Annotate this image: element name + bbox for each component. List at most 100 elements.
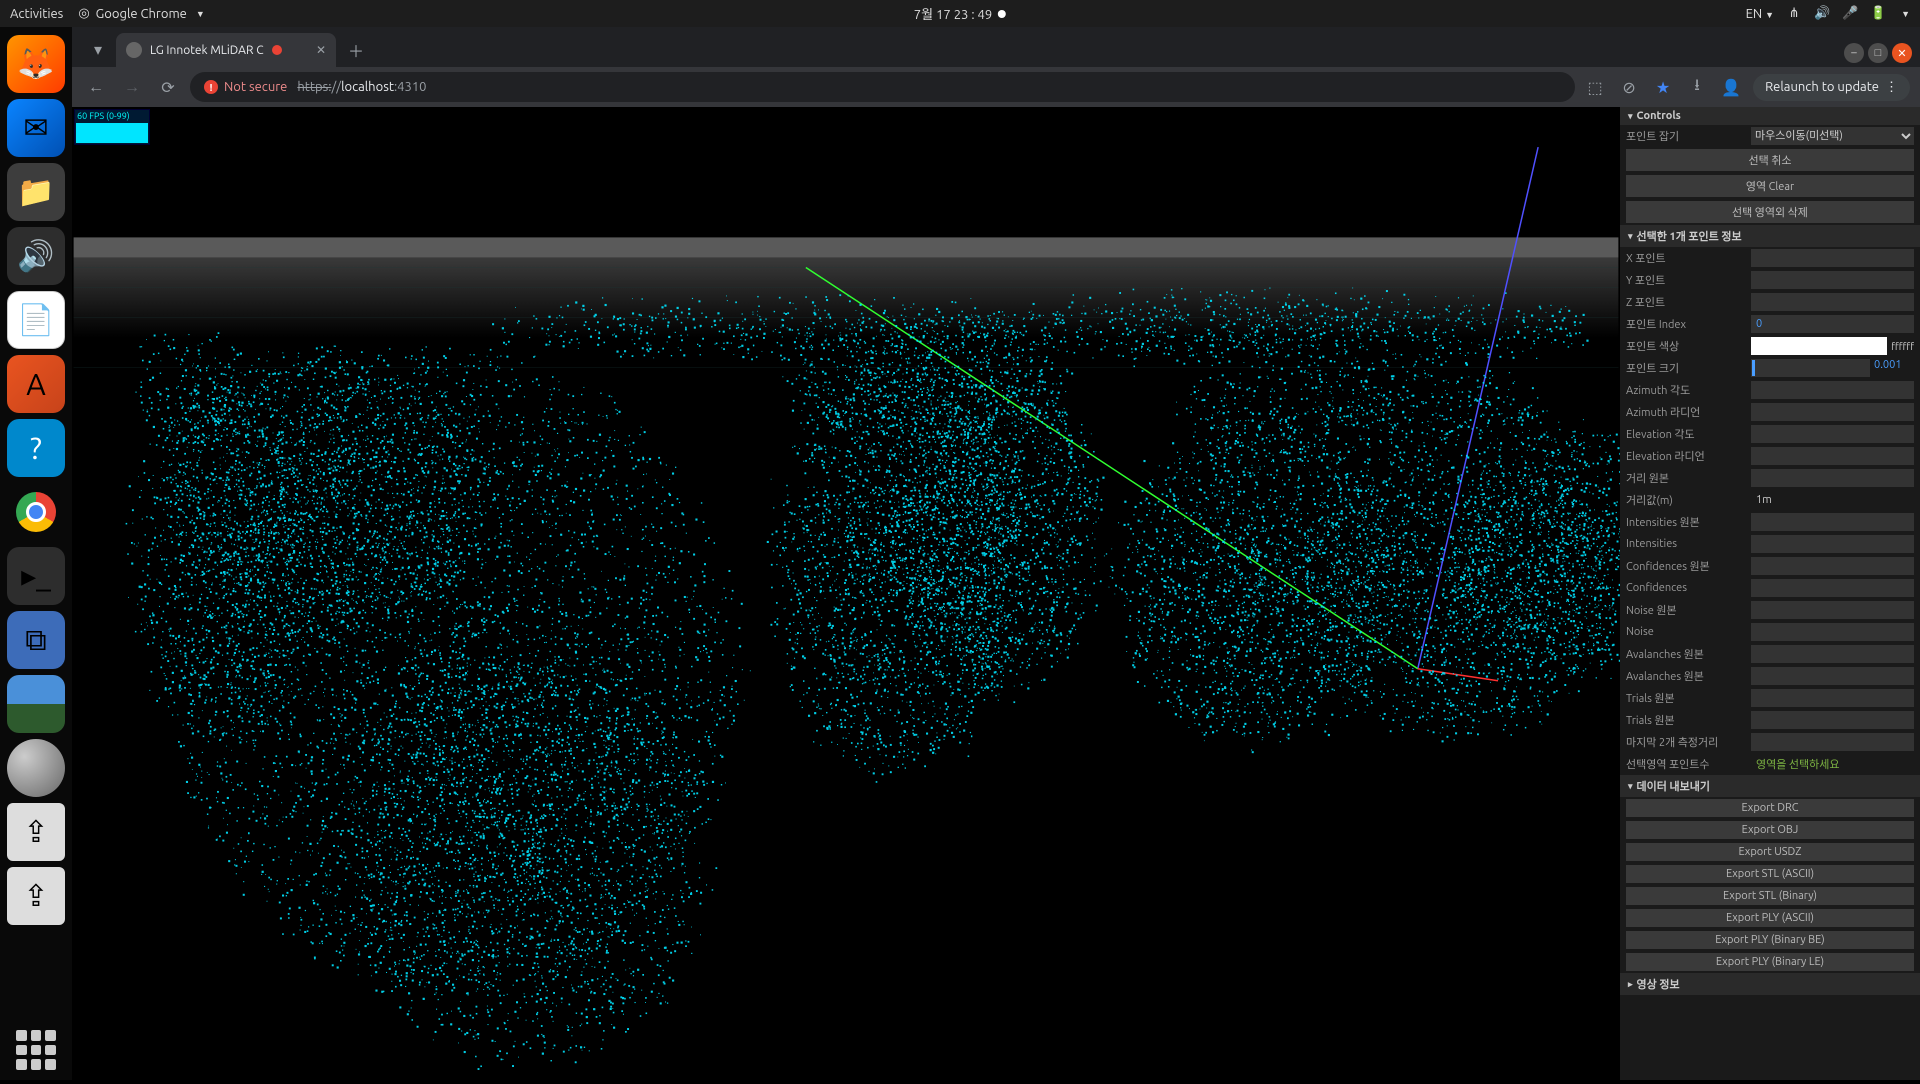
- window-minimize-button[interactable]: –: [1844, 43, 1864, 63]
- section-export[interactable]: ▾데이터 내보내기: [1620, 775, 1920, 797]
- relaunch-button[interactable]: Relaunch to update⋮: [1753, 74, 1910, 101]
- language-indicator[interactable]: EN▼: [1746, 7, 1775, 21]
- dock-help[interactable]: ?: [7, 419, 65, 477]
- export-usdz-button[interactable]: Export USDZ: [1626, 843, 1914, 861]
- cast-icon[interactable]: ⬚: [1583, 75, 1607, 99]
- system-menu-chevron-icon[interactable]: ▼: [1901, 9, 1910, 19]
- fps-meter: 60 FPS (0-99): [74, 109, 150, 145]
- elevation-deg-value: .: [1751, 425, 1914, 443]
- tab-title: LG Innotek MLiDAR C: [150, 44, 264, 57]
- last2-value: .: [1751, 733, 1914, 751]
- azimuth-rad-value: .: [1751, 403, 1914, 421]
- export-obj-button[interactable]: Export OBJ: [1626, 821, 1914, 839]
- chevron-down-icon: ▾: [1628, 111, 1633, 122]
- size-slider[interactable]: [1751, 359, 1870, 377]
- new-tab-button[interactable]: ＋: [342, 36, 370, 64]
- color-swatch[interactable]: [1751, 337, 1887, 355]
- dock-writer[interactable]: 📄: [7, 291, 65, 349]
- clock[interactable]: 7월 17 23 : 49: [914, 4, 1006, 23]
- export-drc-button[interactable]: Export DRC: [1626, 799, 1914, 817]
- kebab-icon: ⋮: [1885, 80, 1898, 95]
- dist-raw-value: .: [1751, 469, 1914, 487]
- window-maximize-button[interactable]: □: [1868, 43, 1888, 63]
- notification-dot-icon: [998, 10, 1006, 18]
- dock-show-apps[interactable]: [16, 1030, 56, 1070]
- ubuntu-topbar: Activities ◎ Google Chrome ▼ 7월 17 23 : …: [0, 0, 1920, 27]
- bookmark-star-icon[interactable]: ★: [1651, 75, 1675, 99]
- dock-thunderbird[interactable]: ✉: [7, 99, 65, 157]
- favicon-icon: [126, 42, 142, 58]
- tab-search-button[interactable]: ▾: [80, 31, 116, 67]
- pick-mode-select[interactable]: 마우스이동(미선택): [1751, 127, 1914, 145]
- address-bar[interactable]: ! Not secure https://localhost:4310: [190, 72, 1575, 102]
- activities-button[interactable]: Activities: [10, 7, 63, 21]
- properties-panel: ▾Controls 포인트 잡기 마우스이동(미선택) 선택 취소 영역 Cle…: [1620, 107, 1920, 1080]
- export-stl-ascii-button[interactable]: Export STL (ASCII): [1626, 865, 1914, 883]
- tab-close-button[interactable]: ✕: [316, 43, 326, 57]
- dock-image-viewer[interactable]: [7, 675, 65, 733]
- dock-terminal[interactable]: ▸_: [7, 547, 65, 605]
- z-value: .: [1751, 293, 1914, 311]
- app-menu[interactable]: ◎ Google Chrome ▼: [78, 6, 204, 21]
- trials-raw-value: .: [1751, 689, 1914, 707]
- intensities-raw-value: .: [1751, 513, 1914, 531]
- recording-indicator-icon: [272, 45, 282, 55]
- lidar-viewport[interactable]: 60 FPS (0-99): [72, 107, 1620, 1080]
- back-button[interactable]: ←: [82, 73, 110, 101]
- avalanches-raw-value: .: [1751, 645, 1914, 663]
- dock-firefox[interactable]: 🦊: [7, 35, 65, 93]
- window-close-button[interactable]: ✕: [1892, 43, 1912, 63]
- reload-button[interactable]: ⟳: [154, 73, 182, 101]
- tab-strip: ▾ LG Innotek MLiDAR C ✕ ＋ – □ ✕: [72, 27, 1920, 67]
- dock-screenshot[interactable]: ⧉: [7, 611, 65, 669]
- export-ply-ascii-button[interactable]: Export PLY (ASCII): [1626, 909, 1914, 927]
- section-video-info[interactable]: ▸영상 정보: [1620, 973, 1920, 995]
- noise-raw-value: .: [1751, 601, 1914, 619]
- ubuntu-dock: 🦊 ✉ 📁 🔊 📄 A ? ▸_ ⧉ ⇪ ⇪: [0, 27, 72, 1080]
- cancel-selection-button[interactable]: 선택 취소: [1626, 149, 1914, 171]
- export-ply-le-button[interactable]: Export PLY (Binary LE): [1626, 953, 1914, 971]
- dock-software[interactable]: A: [7, 355, 65, 413]
- dist-m-value: 1m: [1751, 491, 1914, 509]
- url-text: https://localhost:4310: [297, 80, 426, 94]
- delete-outside-button[interactable]: 선택 영역외 삭제: [1626, 201, 1914, 223]
- dock-usb-2[interactable]: ⇪: [7, 867, 65, 925]
- clear-region-button[interactable]: 영역 Clear: [1626, 175, 1914, 197]
- browser-tab[interactable]: LG Innotek MLiDAR C ✕: [116, 33, 336, 67]
- dock-rhythmbox[interactable]: 🔊: [7, 227, 65, 285]
- pointcloud-canvas[interactable]: [72, 107, 1620, 1080]
- battery-icon[interactable]: 🔋: [1870, 6, 1886, 22]
- confidences-raw-value: .: [1751, 557, 1914, 575]
- dock-files[interactable]: 📁: [7, 163, 65, 221]
- security-indicator[interactable]: ! Not secure: [204, 80, 287, 94]
- index-value: 0: [1751, 315, 1914, 333]
- export-ply-be-button[interactable]: Export PLY (Binary BE): [1626, 931, 1914, 949]
- elevation-rad-value: .: [1751, 447, 1914, 465]
- network-icon[interactable]: ⋔: [1786, 6, 1802, 22]
- volume-icon[interactable]: 🔊: [1814, 6, 1830, 22]
- y-value: .: [1751, 271, 1914, 289]
- section-point-info[interactable]: ▾선택한 1개 포인트 정보: [1620, 225, 1920, 247]
- chrome-window: ▾ LG Innotek MLiDAR C ✕ ＋ – □ ✕ ← → ⟳ ! …: [72, 27, 1920, 1080]
- browser-toolbar: ← → ⟳ ! Not secure https://localhost:431…: [72, 67, 1920, 107]
- chevron-right-icon: ▸: [1628, 979, 1633, 990]
- dock-app-sphere[interactable]: [7, 739, 65, 797]
- chevron-down-icon: ▾: [1628, 781, 1633, 792]
- sel-count-value: 영역을 선택하세요: [1751, 755, 1914, 773]
- profile-icon[interactable]: 👤: [1719, 75, 1743, 99]
- downloads-icon[interactable]: ⭳: [1685, 75, 1709, 99]
- chrome-indicator-icon: ◎: [78, 6, 89, 21]
- page-content: 60 FPS (0-99) ▾Controls 포인트 잡기 마우스이동(미선택…: [72, 107, 1920, 1080]
- location-blocked-icon[interactable]: ⊘: [1617, 75, 1641, 99]
- dock-usb-1[interactable]: ⇪: [7, 803, 65, 861]
- forward-button[interactable]: →: [118, 73, 146, 101]
- azimuth-deg-value: .: [1751, 381, 1914, 399]
- trials-raw2-value: .: [1751, 711, 1914, 729]
- warning-icon: !: [204, 80, 218, 94]
- section-controls[interactable]: ▾Controls: [1620, 107, 1920, 125]
- microphone-icon[interactable]: 🎤: [1842, 6, 1858, 22]
- export-stl-binary-button[interactable]: Export STL (Binary): [1626, 887, 1914, 905]
- dock-chrome[interactable]: [7, 483, 65, 541]
- intensities-value: .: [1751, 535, 1914, 553]
- x-value: .: [1751, 249, 1914, 267]
